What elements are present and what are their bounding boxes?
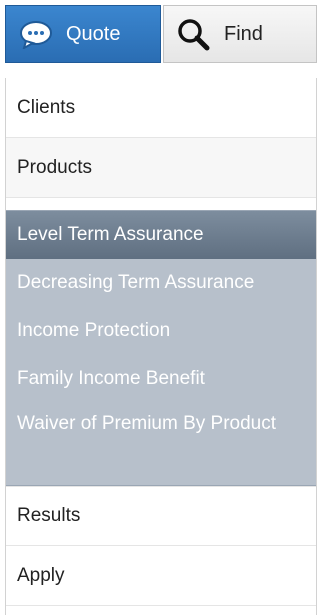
menu-item-clients[interactable]: Clients bbox=[6, 78, 316, 138]
submenu-item-label: Waiver of Premium By Product bbox=[17, 413, 277, 434]
submenu-item-waiver-of-premium[interactable]: Waiver of Premium By Product bbox=[6, 403, 316, 487]
magnifier-icon bbox=[176, 17, 210, 51]
menu-item-results[interactable]: Results bbox=[6, 486, 316, 546]
submenu-item-income-protection[interactable]: Income Protection bbox=[6, 307, 316, 355]
products-submenu: Level Term Assurance Decreasing Term Ass… bbox=[6, 210, 316, 486]
tab-find[interactable]: Find bbox=[163, 5, 317, 63]
submenu-item-label: Income Protection bbox=[17, 320, 171, 341]
submenu-item-label: Family Income Benefit bbox=[17, 368, 205, 389]
menu-item-products[interactable]: Products bbox=[6, 138, 316, 198]
chat-bubble-icon bbox=[18, 19, 54, 49]
submenu-item-family-income-benefit[interactable]: Family Income Benefit bbox=[6, 355, 316, 403]
tab-quote[interactable]: Quote bbox=[5, 5, 161, 63]
navigation-menu: Clients Products Level Term Assurance De… bbox=[5, 78, 317, 615]
menu-item-label: Results bbox=[17, 505, 81, 526]
menu-item-label: Apply bbox=[17, 564, 65, 586]
menu-item-label: Products bbox=[17, 156, 92, 178]
submenu-item-label: Decreasing Term Assurance bbox=[17, 272, 255, 293]
tab-bar: Quote Find bbox=[0, 0, 329, 78]
submenu-item-label: Level Term Assurance bbox=[17, 224, 204, 245]
menu-item-label: Clients bbox=[17, 96, 76, 118]
tab-find-label: Find bbox=[224, 22, 263, 45]
submenu-item-decreasing-term-assurance[interactable]: Decreasing Term Assurance bbox=[6, 259, 316, 307]
submenu-item-level-term-assurance[interactable]: Level Term Assurance bbox=[6, 211, 316, 259]
tab-quote-label: Quote bbox=[66, 22, 121, 45]
menu-item-apply[interactable]: Apply bbox=[6, 546, 316, 606]
